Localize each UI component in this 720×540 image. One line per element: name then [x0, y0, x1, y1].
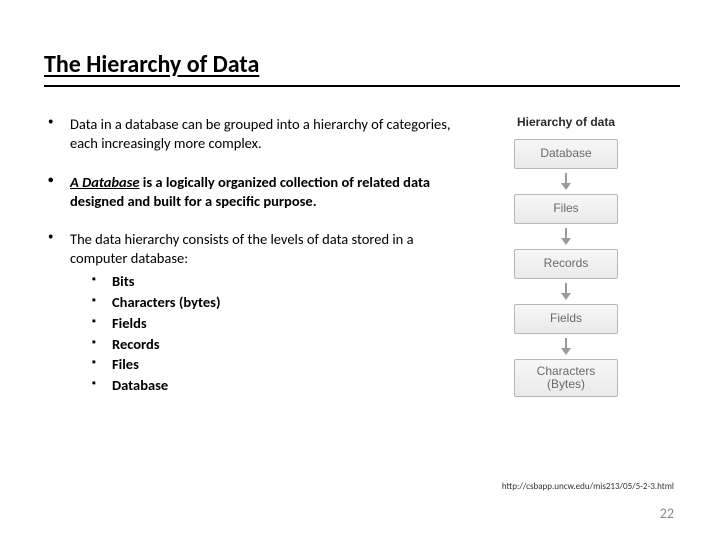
bullet-list: Data in a database can be grouped into a…	[44, 115, 474, 395]
sub-files: Files	[92, 355, 474, 374]
bullet-1: Data in a database can be grouped into a…	[44, 115, 474, 153]
sub-characters: Characters (bytes)	[92, 293, 474, 312]
title-rule	[44, 85, 680, 87]
sub-fields: Fields	[92, 314, 474, 333]
citation-text: http://csbapp.uncw.edu/mis213/05/5-2-3.h…	[502, 481, 674, 492]
content-row: Data in a database can be grouped into a…	[44, 115, 680, 415]
diagram-box-characters: Characters (Bytes)	[514, 359, 618, 397]
arrow-icon	[561, 338, 571, 355]
bullet-1-text: Data in a database can be grouped into a…	[70, 115, 451, 152]
bullet-2-lead: A Database	[70, 173, 140, 191]
sub-records: Records	[92, 335, 474, 354]
bullet-2: A Database is a logically organized coll…	[44, 173, 474, 211]
slide-title: The Hierarchy of Data	[44, 50, 680, 79]
sub-bits: Bits	[92, 272, 474, 291]
page-number: 22	[660, 505, 674, 522]
sub-database: Database	[92, 376, 474, 395]
hierarchy-diagram: Hierarchy of data Database Files Records…	[492, 115, 640, 397]
slide: The Hierarchy of Data Data in a database…	[0, 0, 720, 540]
arrow-icon	[561, 283, 571, 300]
diagram-box-records: Records	[514, 249, 618, 279]
diagram-box-fields: Fields	[514, 304, 618, 334]
arrow-icon	[561, 228, 571, 245]
diagram-box-database: Database	[514, 139, 618, 169]
diagram-heading: Hierarchy of data	[517, 115, 615, 129]
bullet-3: The data hierarchy consists of the level…	[44, 230, 474, 395]
diagram-box-files: Files	[514, 194, 618, 224]
bullet-3-text: The data hierarchy consists of the level…	[70, 230, 414, 267]
text-column: Data in a database can be grouped into a…	[44, 115, 474, 415]
arrow-icon	[561, 173, 571, 190]
sub-list: Bits Characters (bytes) Fields Records F…	[70, 272, 474, 395]
